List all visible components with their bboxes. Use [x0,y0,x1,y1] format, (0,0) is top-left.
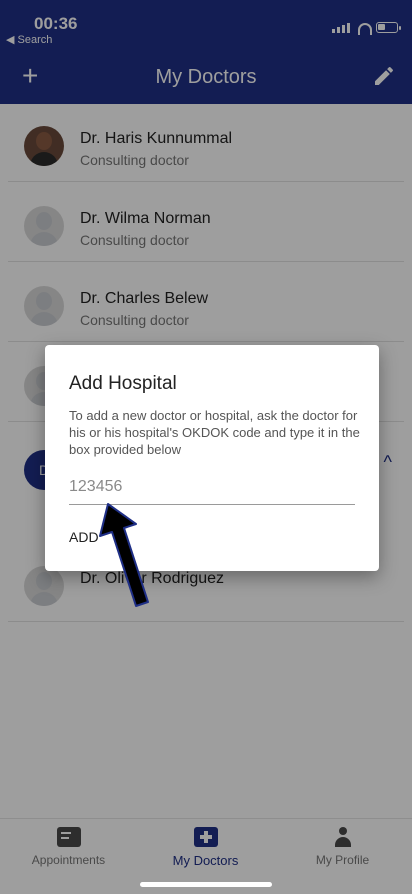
home-indicator [140,882,272,887]
dialog-title: Add Hospital [69,373,177,394]
dialog-message: To add a new doctor or hospital, ask the… [69,408,360,457]
arrow-annotation-icon [99,503,149,607]
add-button[interactable]: ADD [69,529,99,545]
